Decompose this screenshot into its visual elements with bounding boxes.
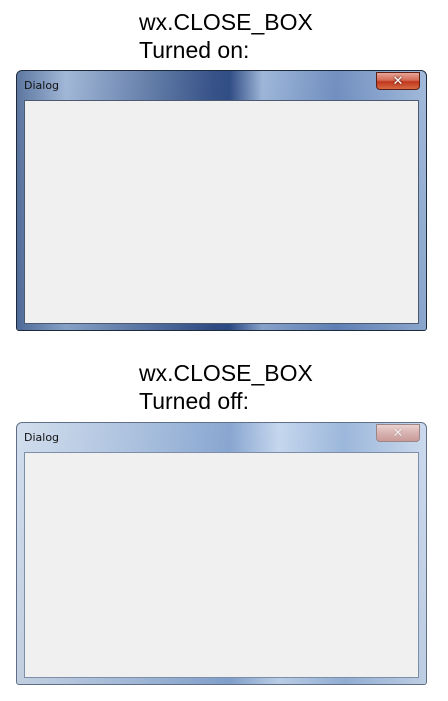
caption-state: Turned off: [139,388,249,414]
caption-flag-name: wx.CLOSE_BOX [139,9,313,35]
close-icon: ✕ [392,73,404,89]
title-bar[interactable]: Dialog ✕ [17,71,426,99]
window-title: Dialog [24,431,60,444]
close-button-disabled: ✕ [376,424,420,442]
dialog-client-area [24,452,419,678]
caption-flag-name: wx.CLOSE_BOX [139,360,313,386]
caption-state: Turned on: [139,37,250,63]
caption-close-box-on: wx.CLOSE_BOX Turned on: [139,8,313,64]
dialog-window-close-box-on[interactable]: Dialog ✕ [16,70,427,331]
window-title: Dialog [24,79,60,92]
dialog-client-area [24,100,419,324]
dialog-window-close-box-off[interactable]: Dialog ✕ [16,422,427,685]
close-button[interactable]: ✕ [376,72,420,90]
title-bar[interactable]: Dialog ✕ [17,423,426,451]
caption-close-box-off: wx.CLOSE_BOX Turned off: [139,359,313,415]
close-icon: ✕ [392,425,404,441]
